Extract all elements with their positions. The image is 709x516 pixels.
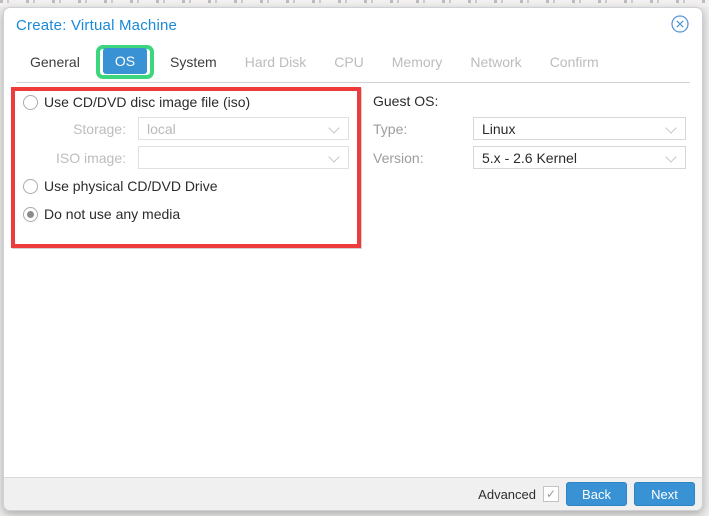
os-type-value: Linux	[482, 120, 516, 137]
dialog-title: Create: Virtual Machine	[16, 17, 178, 34]
chevron-down-icon	[328, 151, 340, 163]
radio-button-icon	[23, 94, 38, 110]
tab-system[interactable]: System	[156, 44, 231, 80]
os-version-label: Version:	[373, 150, 424, 166]
wizard-tabbar: General OS System Hard Disk CPU Memory N…	[16, 42, 690, 83]
chevron-down-icon	[328, 122, 340, 134]
chevron-down-icon	[665, 151, 677, 163]
iso-image-label: ISO image:	[55, 150, 126, 166]
back-button[interactable]: Back	[566, 482, 627, 506]
storage-label: Storage:	[73, 121, 126, 137]
advanced-checkbox[interactable]: ✓	[543, 486, 559, 502]
storage-value: local	[147, 120, 176, 137]
os-type-combobox[interactable]: Linux	[473, 117, 686, 140]
os-type-label: Type:	[373, 121, 408, 137]
os-version-value: 5.x - 2.6 Kernel	[482, 149, 577, 166]
tab-os[interactable]: OS	[102, 48, 148, 74]
storage-combobox: local	[138, 117, 349, 140]
radio-label: Do not use any media	[44, 206, 181, 222]
radio-label: Use CD/DVD disc image file (iso)	[44, 94, 251, 110]
tab-hard-disk: Hard Disk	[244, 54, 307, 70]
tab-confirm: Confirm	[549, 54, 599, 70]
next-button[interactable]: Next	[634, 482, 695, 506]
close-button[interactable]	[669, 13, 691, 35]
radio-button-selected-icon	[23, 206, 38, 222]
dialog-footer: Advanced ✓ Back Next	[4, 477, 702, 510]
advanced-label: Advanced	[478, 486, 536, 502]
tab-memory: Memory	[391, 54, 443, 70]
os-version-combobox[interactable]: 5.x - 2.6 Kernel	[473, 146, 686, 169]
iso-image-combobox	[138, 146, 349, 169]
green-annotation-box: OS	[95, 45, 155, 79]
create-vm-dialog: Create: Virtual Machine General OS Syste…	[3, 7, 703, 511]
tab-general[interactable]: General	[16, 44, 94, 80]
radio-no-media[interactable]: Do not use any media	[23, 206, 180, 222]
radio-button-icon	[23, 178, 38, 194]
chevron-down-icon	[665, 122, 677, 134]
radio-use-iso[interactable]: Use CD/DVD disc image file (iso)	[23, 94, 250, 110]
tab-network: Network	[470, 54, 522, 70]
circle-x-close-icon	[670, 14, 690, 34]
background-content-sliver	[0, 0, 709, 7]
radio-label: Use physical CD/DVD Drive	[44, 178, 218, 194]
guest-os-heading: Guest OS:	[373, 93, 439, 109]
radio-physical-drive[interactable]: Use physical CD/DVD Drive	[23, 178, 217, 194]
tab-cpu: CPU	[334, 54, 364, 70]
